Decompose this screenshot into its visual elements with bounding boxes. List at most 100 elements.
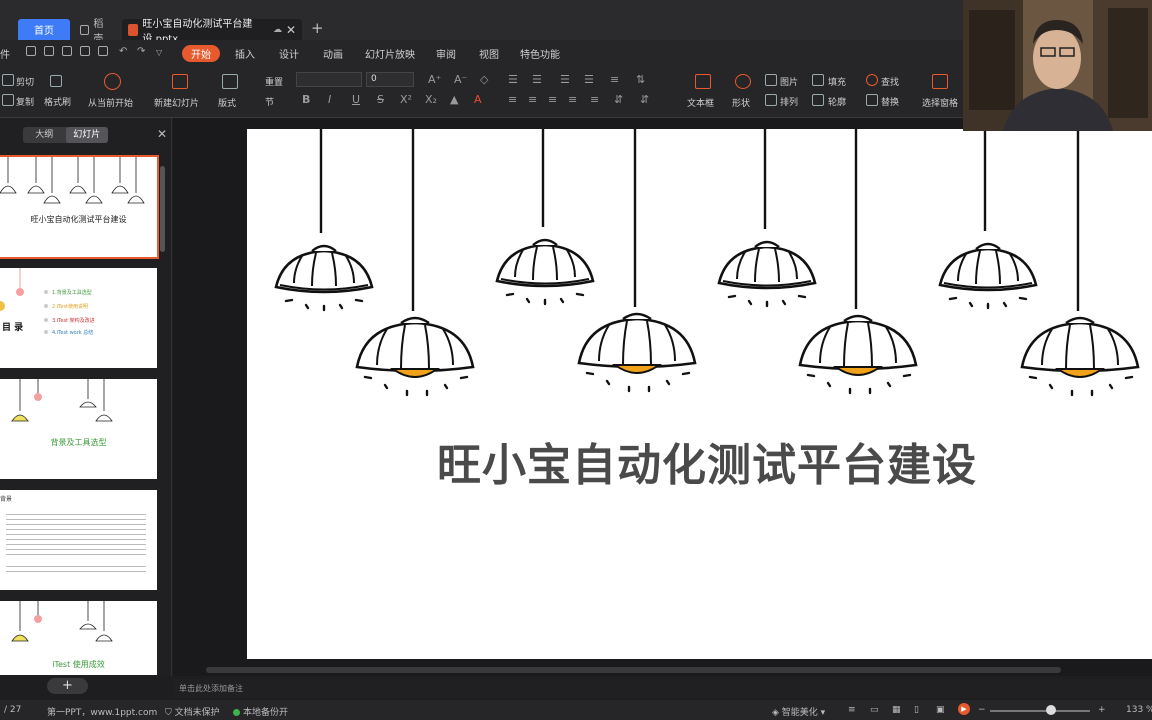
font-color-icon[interactable]: A [474,93,482,106]
menu-slideshow[interactable]: 幻灯片放映 [365,46,415,61]
menu-design[interactable]: 设计 [279,46,299,61]
status-bar: / 27 第一PPT，www.1ppt.com ⛉ 文档未保护 本地备份开 ◈ … [0,700,1152,720]
shape-icon [735,74,751,89]
align-left-icon[interactable]: ≡ [508,93,517,106]
slide-title[interactable]: 旺小宝自动化测试平台建设 [437,429,1002,493]
zoom-in-icon[interactable]: + [1098,705,1106,715]
play-from-current-button[interactable]: 从当前开始 [88,96,133,109]
underline-icon[interactable]: U [352,93,360,106]
vertical-align-icon[interactable]: ⇵ [640,93,649,106]
normal-view-icon[interactable]: ▭ [870,705,879,715]
font-size-select[interactable]: 0 [366,72,414,87]
presenter-view-icon[interactable]: ▣ [936,705,945,715]
add-slide-button[interactable]: + [47,678,88,694]
layout-button[interactable]: 版式 [218,96,236,109]
notes-toggle-icon[interactable]: ≡ [848,705,856,715]
shape-button[interactable]: 形状 [732,96,750,109]
backup-status[interactable]: 本地备份开 [233,705,288,718]
justify-icon[interactable]: ≡ [568,93,577,106]
menu-insert[interactable]: 插入 [235,46,255,61]
preview-icon[interactable] [98,46,108,56]
menu-animation[interactable]: 动画 [323,46,343,61]
clear-format-icon[interactable]: ◇ [480,73,488,86]
align-center-icon[interactable]: ≡ [528,93,537,106]
play-slideshow-icon[interactable]: ▶ [958,703,970,715]
strikethrough-icon[interactable]: S [377,93,384,106]
scissors-icon [2,74,14,86]
slide-thumbnail-2[interactable]: 目 录 1.背景及工具选型 2.iTest使用说明 3.iTest 架构及改进 … [0,268,157,368]
current-slide[interactable]: 旺小宝自动化测试平台建设 [247,129,1152,659]
superscript-icon[interactable]: X² [400,93,412,106]
bold-icon[interactable]: B [302,93,310,106]
cut-button[interactable]: 剪切 [16,75,34,88]
toc-item-1: 1.背景及工具选型 [52,290,92,296]
column-icon[interactable]: ⇵ [614,93,623,106]
close-tab-icon[interactable]: ✕ [286,23,296,37]
arrange-button[interactable]: 排列 [780,95,798,108]
beautify-button[interactable]: ◈ 智能美化 ▾ [772,705,825,718]
print-icon[interactable] [80,46,90,56]
outline-button[interactable]: 轮廓 [828,95,846,108]
beautify-label: 智能美化 [781,708,818,718]
tab-home[interactable]: 首页 [18,19,70,40]
notes-pane[interactable]: 单击此处添加备注 [173,679,1152,698]
distribute-icon[interactable]: ≡ [590,93,599,106]
font-family-select[interactable] [296,72,362,87]
menu-features[interactable]: 特色功能 [520,46,560,61]
fill-button[interactable]: 填充 [828,75,846,88]
align-right-icon[interactable]: ≡ [548,93,557,106]
format-painter-button[interactable]: 格式刷 [44,95,71,108]
highlight-icon[interactable]: ▲ [450,93,458,106]
doc-protect-status[interactable]: ⛉ 文档未保护 [165,705,220,718]
replace-button[interactable]: 替换 [881,95,899,108]
menu-home[interactable]: 开始 [182,45,220,62]
numbered-list-icon[interactable]: ☰ [532,73,542,86]
picture-button[interactable]: 图片 [780,75,798,88]
open-icon[interactable] [26,46,36,56]
copy-button[interactable]: 复制 [16,95,34,108]
slide-thumbnail-1[interactable]: 旺小宝自动化测试平台建设 [0,155,159,259]
select-pane-button[interactable]: 选择窗格 [922,96,958,109]
new-tab-icon[interactable]: + [311,19,324,37]
font-shrink-icon[interactable]: A⁻ [454,73,467,86]
panel-scrollbar[interactable] [160,166,165,252]
zoom-level[interactable]: 133 % [1126,705,1152,715]
subscript-icon[interactable]: X₂ [425,93,437,106]
font-grow-icon[interactable]: A⁺ [428,73,441,86]
indent-decrease-icon[interactable]: ☰ [560,73,570,86]
page-indicator: / 27 [4,705,22,715]
line-spacing-icon[interactable]: ≡ [610,73,619,86]
tab-daoke[interactable]: 稻壳 [74,19,118,45]
undo-icon[interactable]: ↶ [119,46,127,57]
customize-icon[interactable]: ▽ [156,48,162,57]
bullet-list-icon[interactable]: ☰ [508,73,518,86]
slide-thumbnail-3[interactable]: 背景及工具选型 [0,379,157,479]
menu-file[interactable]: 件 [0,46,10,61]
canvas-horizontal-scrollbar[interactable] [206,667,1061,673]
section-button[interactable]: 节 [265,95,274,108]
sorter-view-icon[interactable]: ▦ [892,705,901,715]
export-icon[interactable] [62,46,72,56]
new-slide-button[interactable]: 新建幻灯片 [154,96,199,109]
close-panel-icon[interactable]: ✕ [157,127,167,141]
indent-increase-icon[interactable]: ☰ [584,73,594,86]
redo-icon[interactable]: ↷ [137,46,145,57]
slides-tab[interactable]: 幻灯片 [65,127,108,143]
reading-view-icon[interactable]: ▯ [914,705,919,715]
slide-thumbnail-4[interactable]: 背景 [0,490,157,590]
menu-view[interactable]: 视图 [479,46,499,61]
zoom-out-icon[interactable]: − [978,705,986,715]
text-direction-icon[interactable]: ⇅ [636,73,645,86]
zoom-slider-handle[interactable] [1046,705,1056,715]
reset-button[interactable]: 重置 [265,75,283,88]
zoom-slider[interactable] [990,710,1090,712]
menu-review[interactable]: 审阅 [436,46,456,61]
tab-document[interactable]: 旺小宝自动化测试平台建设.pptx ☁ ✕ [122,19,302,45]
outline-tab[interactable]: 大纲 [23,127,66,143]
textbox-button[interactable]: 文本框 [687,96,714,109]
slide-thumbnail-5[interactable]: iTest 使用成效 [0,601,157,675]
save-icon[interactable] [44,46,54,56]
italic-icon[interactable]: I [328,93,331,106]
fill-icon [812,74,824,86]
find-button[interactable]: 查找 [881,75,899,88]
